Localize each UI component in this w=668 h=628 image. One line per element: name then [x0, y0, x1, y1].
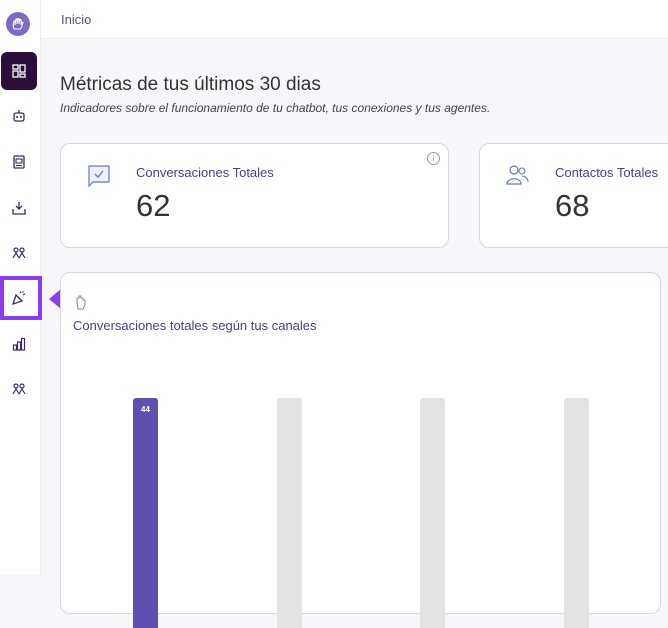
sidebar-item-contacts[interactable] [0, 234, 37, 272]
bar-data-label: 44 [141, 405, 150, 414]
chat-check-icon [88, 165, 110, 188]
hand-logo-icon [12, 18, 24, 30]
top-bar: Inicio [41, 0, 668, 39]
bar-chart: 44 [61, 273, 660, 628]
dashboard-icon [12, 64, 26, 78]
app-logo[interactable] [6, 12, 30, 36]
metric-card-conversations: Conversaciones Totales 62 i [60, 143, 449, 248]
users-icon [506, 165, 529, 185]
info-icon[interactable]: i [427, 152, 440, 165]
bar-chart-icon [12, 337, 25, 351]
inbox-icon [11, 202, 26, 215]
metric-value: 62 [136, 188, 171, 223]
sidebar-item-dashboard[interactable] [1, 52, 37, 90]
chart-bar[interactable] [564, 398, 589, 628]
chart-card: Conversaciones totales según tus canales… [60, 272, 661, 628]
team-icon [11, 247, 26, 259]
chart-bar[interactable] [420, 398, 445, 628]
metric-label: Conversaciones Totales [136, 165, 274, 180]
document-chat-icon [12, 155, 25, 169]
metric-label: Contactos Totales [555, 165, 659, 180]
page-title: Métricas de tus últimos 30 dias [60, 74, 321, 95]
robot-icon [12, 110, 25, 122]
sidebar-item-reports[interactable] [0, 325, 37, 363]
metric-value: 68 [555, 188, 590, 223]
breadcrumb[interactable]: Inicio [61, 12, 91, 27]
sidebar-item-conversations[interactable] [0, 143, 37, 181]
metric-card-contacts: Contactos Totales 68 [479, 143, 668, 248]
sidebar-item-agents[interactable] [0, 370, 37, 408]
sidebar-item-inbox[interactable] [0, 189, 37, 227]
page-subtitle: Indicadores sobre el funcionamiento de t… [60, 101, 491, 115]
sidebar-item-chatbot[interactable] [0, 97, 37, 135]
chart-bar[interactable] [277, 398, 302, 628]
highlight-box [0, 276, 42, 320]
chart-bar[interactable] [133, 398, 158, 628]
team-icon [11, 383, 26, 395]
